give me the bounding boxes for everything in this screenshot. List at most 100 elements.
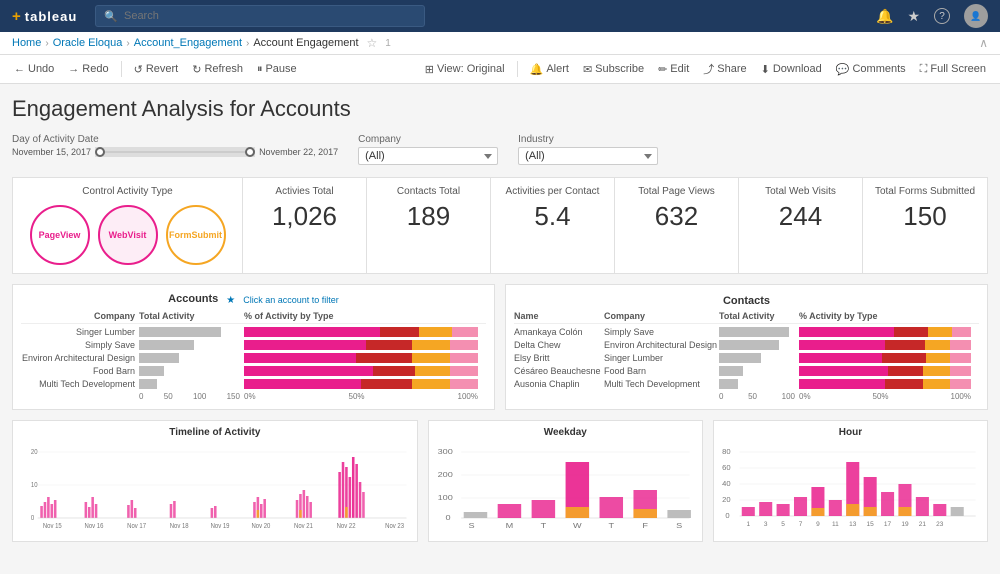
industry-filter-label: Industry: [518, 134, 658, 145]
x-label-nov22: Nov 22: [337, 523, 356, 531]
table-row[interactable]: Elsy Britt Singer Lumber: [514, 353, 979, 363]
con-col-name: Name: [514, 311, 604, 321]
formsubmit-circle[interactable]: FormSubmit: [166, 205, 226, 265]
table-row[interactable]: Simply Save: [21, 340, 486, 350]
kpi-activities-per-contact: Activities per Contact 5.4: [491, 178, 615, 273]
svg-text:23: 23: [936, 521, 944, 528]
con-col-pct: % Activity by Type: [799, 311, 971, 321]
refresh-button[interactable]: ↻ Refresh: [186, 61, 249, 78]
search-input[interactable]: [124, 10, 416, 22]
svg-text:1: 1: [746, 521, 750, 528]
alert-icon: 🔔: [530, 63, 544, 76]
con-pct-50: 50%: [873, 392, 889, 401]
con-col-company: Company: [604, 311, 719, 321]
subscribe-button[interactable]: ✉ Subscribe: [577, 61, 650, 78]
undo-icon: ←: [14, 63, 25, 75]
con-pct-100: 100%: [951, 392, 971, 401]
toolbar-sep-1: [121, 61, 122, 77]
table-row[interactable]: Food Barn: [21, 366, 486, 376]
date-range-slider[interactable]: November 15, 2017 November 22, 2017: [12, 147, 338, 157]
breadcrumb-oracle[interactable]: Oracle Eloqua: [53, 37, 123, 49]
pause-label: Pause: [265, 63, 296, 75]
breadcrumb-current: Account Engagement: [253, 37, 358, 49]
alert-button[interactable]: 🔔 Alert: [524, 61, 575, 78]
slider-right-handle[interactable]: [245, 147, 255, 157]
breadcrumb: Home › Oracle Eloqua › Account_Engagemen…: [0, 32, 1000, 55]
svg-text:19: 19: [901, 521, 909, 528]
acc-axis-50: 50: [164, 392, 173, 401]
svg-text:S: S: [468, 522, 475, 530]
timeline-svg: 20 10 0: [19, 442, 411, 532]
star-icon[interactable]: ★: [907, 8, 920, 25]
view-original-button[interactable]: ⊞ View: Original: [419, 61, 511, 78]
svg-text:M: M: [505, 522, 513, 530]
con-axis-100: 100: [782, 392, 795, 401]
webvisit-circle[interactable]: WebVisit: [98, 205, 158, 265]
revert-button[interactable]: ↺ Revert: [128, 61, 185, 78]
search-bar[interactable]: 🔍: [95, 5, 425, 27]
svg-text:21: 21: [919, 521, 927, 528]
subscribe-icon: ✉: [583, 63, 592, 76]
view-label: View: Original: [437, 63, 505, 75]
filters-row: Day of Activity Date November 15, 2017 N…: [12, 134, 988, 165]
date-end-label: November 22, 2017: [259, 147, 338, 157]
redo-button[interactable]: → Redo: [62, 61, 114, 77]
acc-axis-150: 150: [227, 392, 240, 401]
timeline-panel: Timeline of Activity 20 10 0: [12, 420, 418, 542]
activity-date-filter: Day of Activity Date November 15, 2017 N…: [12, 134, 338, 157]
table-row[interactable]: Ausonia Chaplin Multi Tech Development: [514, 379, 979, 389]
table-row[interactable]: Amankaya Colón Simply Save: [514, 327, 979, 337]
slider-track[interactable]: [95, 147, 255, 157]
pageview-circle[interactable]: PageView: [30, 205, 90, 265]
download-button[interactable]: ⬇ Download: [755, 61, 828, 78]
help-icon[interactable]: ?: [934, 8, 950, 24]
acc-pct-50: 50%: [349, 392, 365, 401]
breadcrumb-sep2: ›: [126, 38, 129, 49]
acc-col-company: Company: [21, 311, 139, 321]
breadcrumb-home[interactable]: Home: [12, 37, 41, 49]
table-row[interactable]: Multi Tech Development: [21, 379, 486, 389]
undo-button[interactable]: ← Undo: [8, 61, 60, 77]
edit-icon: ✏: [658, 63, 667, 76]
refresh-label: Refresh: [204, 63, 243, 75]
download-icon: ⬇: [761, 63, 770, 76]
undo-label: Undo: [28, 63, 54, 75]
con-pct-0: 0%: [799, 392, 811, 401]
svg-text:300: 300: [437, 448, 453, 456]
bell-icon[interactable]: 🔔: [876, 8, 893, 25]
acc-pct-100: 100%: [458, 392, 478, 401]
toolbar-right: ⊞ View: Original 🔔 Alert ✉ Subscribe ✏ E…: [419, 59, 992, 79]
svg-text:15: 15: [866, 521, 874, 528]
breadcrumb-engagement[interactable]: Account_Engagement: [134, 37, 242, 49]
breadcrumb-sep3: ›: [246, 38, 249, 49]
svg-text:W: W: [573, 522, 582, 530]
full-screen-icon: ⛶: [920, 63, 928, 76]
breadcrumb-collapse-icon[interactable]: ∧: [979, 36, 988, 50]
svg-text:T: T: [540, 522, 546, 530]
kpi-fs-value: 150: [873, 201, 977, 232]
comments-button[interactable]: 💬 Comments: [830, 61, 912, 78]
slider-left-handle[interactable]: [95, 147, 105, 157]
svg-text:13: 13: [849, 521, 857, 528]
kpi-wv-value: 244: [749, 201, 852, 232]
tableau-logo: + tableau: [12, 8, 77, 25]
table-row[interactable]: Delta Chew Environ Architectural Design: [514, 340, 979, 350]
kpi-contacts-total: Contacts Total 189: [367, 178, 491, 273]
pause-button[interactable]: ⏸ Pause: [251, 61, 303, 78]
industry-select[interactable]: (All): [518, 147, 658, 165]
full-screen-button[interactable]: ⛶ Full Screen: [914, 61, 992, 78]
kpi-pv-value: 632: [625, 201, 728, 232]
svg-text:200: 200: [437, 471, 453, 479]
table-row[interactable]: Environ Architectural Design: [21, 353, 486, 363]
account-filter-link[interactable]: Click an account to filter: [243, 295, 339, 305]
share-button[interactable]: ⤴ Share: [697, 59, 752, 79]
kpi-activities-value: 1,026: [253, 201, 356, 232]
weekday-panel: Weekday 300 200 100 0: [428, 420, 703, 542]
table-row[interactable]: Césáreo Beauchesne Food Barn: [514, 366, 979, 376]
breadcrumb-star-icon[interactable]: ☆: [367, 36, 378, 50]
edit-button[interactable]: ✏ Edit: [652, 61, 695, 78]
table-row[interactable]: Singer Lumber: [21, 327, 486, 337]
svg-text:17: 17: [884, 521, 892, 528]
company-select[interactable]: (All): [358, 147, 498, 165]
user-avatar[interactable]: 👤: [964, 4, 988, 28]
